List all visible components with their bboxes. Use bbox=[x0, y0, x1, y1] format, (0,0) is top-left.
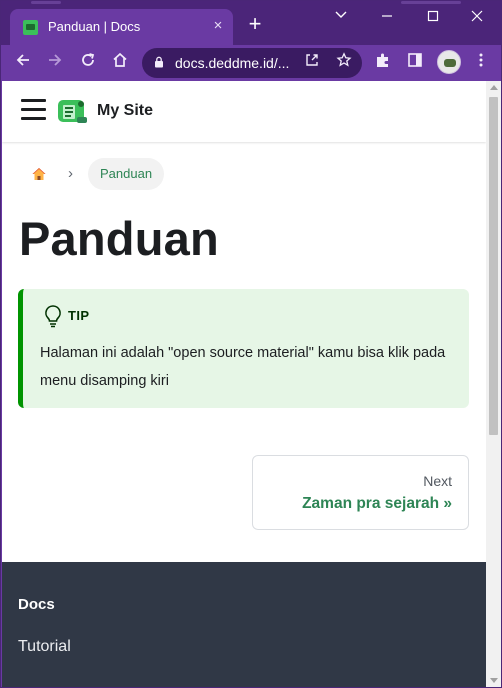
extensions-icon[interactable] bbox=[371, 51, 395, 75]
site-logo[interactable] bbox=[57, 97, 88, 125]
close-window-button[interactable] bbox=[457, 5, 497, 29]
profile-avatar[interactable] bbox=[437, 50, 461, 74]
breadcrumb-home-icon[interactable] bbox=[31, 166, 47, 182]
footer-title: Docs bbox=[18, 596, 55, 613]
page-title: Panduan bbox=[19, 212, 219, 265]
pagination-next[interactable]: Next Zaman pra sejarah » bbox=[252, 455, 469, 530]
bookmark-star-icon[interactable] bbox=[332, 51, 356, 75]
lightbulb-icon bbox=[45, 305, 61, 328]
lock-icon[interactable] bbox=[154, 56, 164, 68]
tab-search-dropdown-icon[interactable] bbox=[321, 5, 361, 29]
footer-link-tutorial[interactable]: Tutorial bbox=[18, 638, 71, 656]
new-tab-button[interactable]: + bbox=[244, 13, 266, 36]
back-icon[interactable] bbox=[11, 51, 35, 75]
minimize-button[interactable] bbox=[367, 5, 407, 29]
scroll-up-arrow-icon[interactable] bbox=[490, 85, 498, 90]
tab-title: Panduan | Docs bbox=[48, 19, 141, 34]
browser-menu-icon[interactable] bbox=[469, 51, 493, 75]
home-icon[interactable] bbox=[108, 51, 132, 75]
maximize-button[interactable] bbox=[413, 5, 453, 29]
breadcrumb-current: Panduan bbox=[88, 158, 165, 190]
tab-strip-ghost bbox=[31, 1, 61, 4]
scroll-thumb[interactable] bbox=[489, 97, 498, 435]
site-favicon-icon bbox=[23, 20, 38, 35]
tab-close-icon[interactable]: × bbox=[209, 17, 227, 35]
forward-icon[interactable] bbox=[43, 51, 67, 75]
hamburger-menu-icon[interactable] bbox=[21, 99, 46, 121]
tip-admonition: TIP Halaman ini adalah "open source mate… bbox=[18, 289, 469, 408]
site-navbar: My Site bbox=[2, 81, 486, 142]
reload-icon[interactable] bbox=[76, 51, 100, 75]
page-viewport: My Site › Panduan Panduan TIP Halaman in… bbox=[2, 81, 486, 687]
site-title[interactable]: My Site bbox=[97, 102, 153, 120]
pagination-sublabel: Next bbox=[423, 473, 452, 489]
breadcrumb-separator: › bbox=[68, 165, 73, 182]
tab-strip: Panduan | Docs × + bbox=[1, 1, 501, 45]
browser-window: Panduan | Docs × + docs.deddme.id/... My… bbox=[0, 0, 502, 688]
browser-toolbar: docs.deddme.id/... bbox=[1, 45, 501, 81]
address-bar[interactable]: docs.deddme.id/... bbox=[142, 48, 362, 78]
tip-body: Halaman ini adalah "open source material… bbox=[40, 345, 446, 389]
share-icon[interactable] bbox=[300, 51, 324, 75]
side-panel-icon[interactable] bbox=[403, 51, 427, 75]
page-scrollbar[interactable] bbox=[486, 81, 501, 687]
tip-heading: TIP bbox=[68, 308, 90, 323]
browser-tab-active[interactable]: Panduan | Docs × bbox=[10, 9, 233, 45]
tab-strip-ghost bbox=[401, 1, 461, 4]
url-text[interactable]: docs.deddme.id/... bbox=[175, 55, 289, 71]
pagination-label[interactable]: Zaman pra sejarah » bbox=[302, 495, 452, 513]
scroll-down-arrow-icon[interactable] bbox=[490, 678, 498, 683]
site-footer: Docs Tutorial bbox=[2, 562, 486, 687]
